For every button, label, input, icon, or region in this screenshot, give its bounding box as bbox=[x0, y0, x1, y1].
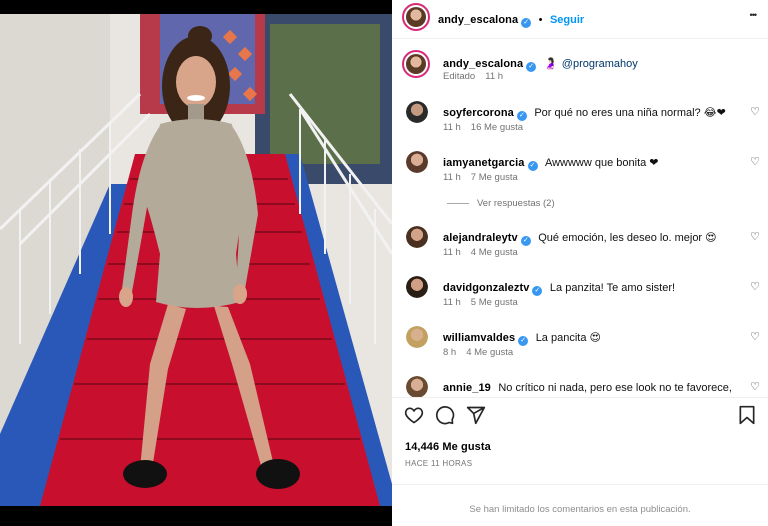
post-time: HACE 11 HORAS bbox=[405, 459, 473, 468]
comment-item: alejandraleytv ✓ Qué emoción, les deseo l… bbox=[392, 225, 768, 265]
comment-username[interactable]: davidgonzaleztv bbox=[443, 282, 529, 294]
comment-like-heart-icon[interactable]: ♡ bbox=[750, 230, 760, 243]
view-replies-row[interactable]: Ver respuestas (2) bbox=[392, 197, 768, 211]
caption-avatar[interactable] bbox=[402, 50, 430, 78]
caption-mention[interactable]: @programahoy bbox=[562, 58, 638, 70]
comment-like-heart-icon[interactable]: ♡ bbox=[750, 280, 760, 293]
commenter-avatar[interactable] bbox=[406, 101, 428, 123]
verified-badge-icon: ✓ bbox=[521, 18, 532, 28]
caption-row: andy_escalona ✓ 🤰🏻 @programahoy Editado 11… bbox=[392, 50, 768, 86]
paper-plane-icon[interactable] bbox=[466, 405, 486, 431]
comment-likes[interactable]: 4 Me gusta bbox=[466, 347, 513, 358]
replies-line bbox=[447, 203, 469, 204]
like-heart-icon[interactable] bbox=[404, 405, 424, 431]
author-username[interactable]: andy_escalona bbox=[438, 14, 518, 26]
post-image bbox=[0, 14, 392, 506]
likes-count[interactable]: 14,446 Me gusta bbox=[405, 441, 491, 453]
comment-text: Qué emoción, les deseo lo. mejor 😍 bbox=[538, 232, 717, 244]
commenter-avatar[interactable] bbox=[406, 326, 428, 348]
comments-limited-row: Se han limitado los comentarios en esta … bbox=[392, 499, 768, 515]
comment-username[interactable]: alejandraleytv bbox=[443, 232, 518, 244]
comment-time: 11 h bbox=[443, 122, 461, 133]
comment-meta: 11 h 16 Me gusta bbox=[443, 122, 533, 133]
caption-meta: Editado 11 h bbox=[443, 71, 513, 82]
verified-badge-icon: ✓ bbox=[520, 236, 531, 246]
post-photo[interactable] bbox=[0, 14, 392, 506]
comment-meta: 11 h 7 Me gusta bbox=[443, 172, 528, 183]
commenter-avatar[interactable] bbox=[406, 151, 428, 173]
instagram-post-modal: andy_escalona ✓ • Seguir ••• andy_escalon… bbox=[0, 0, 768, 526]
comment-like-heart-icon[interactable]: ♡ bbox=[750, 155, 760, 168]
commenter-avatar[interactable] bbox=[406, 276, 428, 298]
comment-likes[interactable]: 7 Me gusta bbox=[471, 172, 518, 183]
footer-divider bbox=[392, 484, 768, 485]
comment-time: 11 h bbox=[443, 297, 461, 308]
comment-meta: 11 h 4 Me gusta bbox=[443, 247, 528, 258]
comment-text: La panzita! Te amo sister! bbox=[549, 282, 676, 294]
comment-likes[interactable]: 16 Me gusta bbox=[471, 122, 523, 133]
comment-text: No crítico ni nada, pero ese look no te … bbox=[498, 382, 732, 394]
comment-username[interactable]: iamyanetgarcia bbox=[443, 157, 525, 169]
comment-username[interactable]: soyfercorona bbox=[443, 107, 514, 119]
comment-likes[interactable]: 4 Me gusta bbox=[471, 247, 518, 258]
comment-likes[interactable]: 5 Me gusta bbox=[471, 297, 518, 308]
verified-badge-icon: ✓ bbox=[527, 161, 538, 171]
comment-username[interactable]: williamvaldes bbox=[443, 332, 515, 344]
post-side-panel: andy_escalona ✓ • Seguir ••• andy_escalon… bbox=[392, 0, 768, 526]
comment-meta: 11 h 5 Me gusta bbox=[443, 297, 528, 308]
bookmark-icon[interactable] bbox=[738, 405, 756, 431]
likes-row: 14,446 Me gusta bbox=[392, 440, 768, 456]
verified-badge-icon: ✓ bbox=[532, 286, 543, 296]
follow-button[interactable]: Seguir bbox=[550, 14, 584, 26]
comment-meta: 8 h 4 Me gusta bbox=[443, 347, 523, 358]
verified-badge-icon: ✓ bbox=[526, 62, 537, 72]
comment-time: 11 h bbox=[443, 247, 461, 258]
comment-item: soyfercorona ✓ Por qué no eres una niña n… bbox=[392, 100, 768, 140]
header-divider bbox=[392, 38, 768, 39]
action-bar bbox=[392, 403, 768, 433]
caption-time: 11 h bbox=[485, 71, 504, 82]
comment-like-heart-icon[interactable]: ♡ bbox=[750, 105, 760, 118]
view-replies-link[interactable]: Ver respuestas (2) bbox=[477, 198, 555, 209]
comment-item: annie_19 No crítico ni nada, pero ese lo… bbox=[392, 375, 768, 397]
author-avatar[interactable] bbox=[402, 3, 430, 31]
header-dot: • bbox=[538, 14, 543, 26]
more-options-button[interactable]: ••• bbox=[750, 10, 758, 20]
comment-username[interactable]: annie_19 bbox=[443, 382, 491, 394]
comment-item: davidgonzaleztv ✓ La panzita! Te amo sist… bbox=[392, 275, 768, 315]
comment-text: Awwwww que bonita ❤ bbox=[544, 157, 659, 169]
speech-bubble-icon[interactable] bbox=[435, 405, 455, 431]
commenter-avatar[interactable] bbox=[406, 226, 428, 248]
comment-like-heart-icon[interactable]: ♡ bbox=[750, 380, 760, 393]
verified-badge-icon: ✓ bbox=[518, 336, 529, 346]
comment-item: williamvaldes ✓ La pancita 😍 8 h 4 Me gust… bbox=[392, 325, 768, 365]
comment-like-heart-icon[interactable]: ♡ bbox=[750, 330, 760, 343]
post-time-row: HACE 11 HORAS bbox=[392, 458, 768, 470]
comment-text: La pancita 😍 bbox=[535, 332, 601, 344]
comment-time: 8 h bbox=[443, 347, 457, 358]
comment-time: 11 h bbox=[443, 172, 461, 183]
post-header: andy_escalona ✓ • Seguir ••• bbox=[392, 0, 768, 34]
comment-text: Por qué no eres una niña normal? 😂❤ bbox=[534, 107, 726, 119]
caption-edited: Editado bbox=[443, 71, 476, 82]
commenter-avatar[interactable] bbox=[406, 376, 428, 397]
comments-limited-notice: Se han limitado los comentarios en esta … bbox=[469, 504, 691, 515]
verified-badge-icon: ✓ bbox=[516, 111, 527, 121]
pregnant-emoji-icon: 🤰🏻 bbox=[543, 58, 558, 70]
comment-item: iamyanetgarcia ✓ Awwwww que bonita ❤ 11 h… bbox=[392, 150, 768, 190]
actions-divider bbox=[392, 397, 768, 398]
caption-username[interactable]: andy_escalona bbox=[443, 58, 523, 70]
